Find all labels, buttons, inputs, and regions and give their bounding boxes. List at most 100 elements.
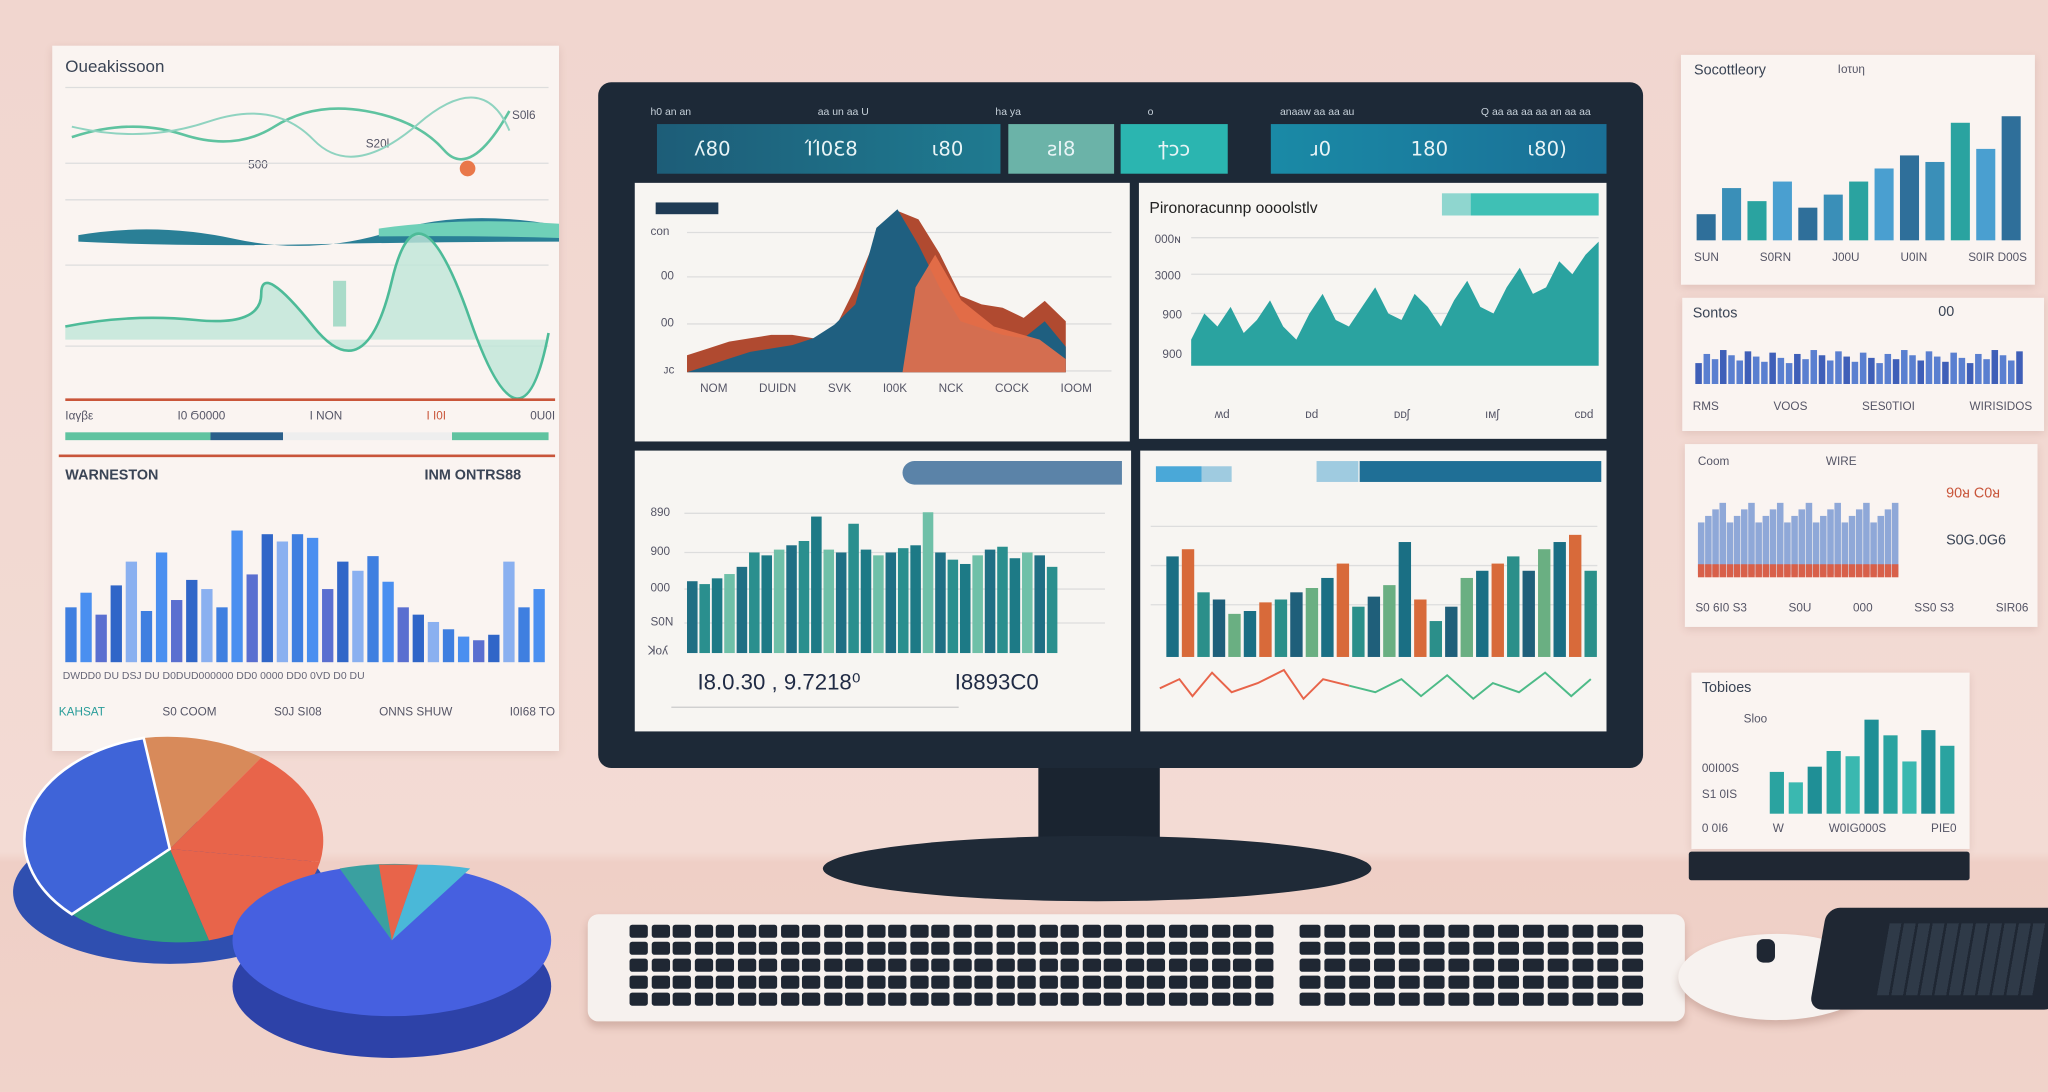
key[interactable] [952,975,972,989]
key[interactable] [1473,958,1495,972]
key[interactable] [715,975,735,989]
key[interactable] [801,975,821,989]
key[interactable] [1498,941,1519,955]
key[interactable] [1622,941,1644,955]
key[interactable] [1547,992,1569,1006]
key[interactable] [1211,941,1230,955]
key[interactable] [1622,992,1644,1006]
key[interactable] [1232,924,1252,938]
key[interactable] [845,941,864,955]
tablet[interactable] [1809,907,2048,1010]
key[interactable] [888,941,907,955]
key[interactable] [845,924,864,938]
key[interactable] [952,924,972,938]
key[interactable] [1017,924,1036,938]
key[interactable] [801,924,821,938]
key[interactable] [909,958,928,972]
key[interactable] [801,992,821,1006]
key[interactable] [931,924,950,938]
key[interactable] [1232,941,1252,955]
key[interactable] [1572,992,1594,1006]
key[interactable] [1082,941,1101,955]
key[interactable] [651,924,670,938]
key[interactable] [694,941,713,955]
key[interactable] [758,992,778,1006]
key[interactable] [1398,992,1420,1006]
key[interactable] [1146,924,1166,938]
key[interactable] [1622,975,1644,989]
key[interactable] [1082,975,1101,989]
key[interactable] [629,958,648,972]
key[interactable] [1017,958,1036,972]
key[interactable] [866,941,885,955]
key[interactable] [1448,992,1470,1006]
key[interactable] [715,941,735,955]
key[interactable] [1189,941,1209,955]
key[interactable] [1060,924,1079,938]
key[interactable] [1060,958,1079,972]
key[interactable] [1082,992,1101,1006]
key[interactable] [1189,924,1209,938]
key[interactable] [888,924,907,938]
key[interactable] [1168,958,1187,972]
key[interactable] [1572,941,1594,955]
key[interactable] [1473,975,1495,989]
key[interactable] [1448,958,1470,972]
key[interactable] [1398,958,1420,972]
key[interactable] [1254,941,1273,955]
key[interactable] [1232,992,1252,1006]
key[interactable] [995,992,1015,1006]
key[interactable] [1146,975,1166,989]
key[interactable] [974,941,993,955]
key[interactable] [1060,941,1079,955]
key[interactable] [1125,941,1144,955]
key[interactable] [1448,941,1470,955]
key[interactable] [1125,975,1144,989]
key[interactable] [1103,992,1122,1006]
key[interactable] [1374,958,1395,972]
key[interactable] [995,941,1015,955]
key[interactable] [1498,958,1519,972]
key[interactable] [737,992,756,1006]
key[interactable] [694,992,713,1006]
key[interactable] [1299,958,1321,972]
key[interactable] [909,924,928,938]
key[interactable] [1125,958,1144,972]
key[interactable] [952,992,972,1006]
key[interactable] [1374,992,1395,1006]
key[interactable] [931,958,950,972]
key[interactable] [823,924,842,938]
key[interactable] [1146,992,1166,1006]
key[interactable] [1522,958,1544,972]
key[interactable] [651,941,670,955]
key[interactable] [888,992,907,1006]
key[interactable] [1473,992,1495,1006]
key[interactable] [1039,992,1058,1006]
key[interactable] [1572,924,1594,938]
key[interactable] [1125,924,1144,938]
key[interactable] [694,924,713,938]
key[interactable] [1597,941,1619,955]
mouse-wheel[interactable] [1756,939,1775,963]
key[interactable] [909,992,928,1006]
key[interactable] [1423,992,1445,1006]
key[interactable] [1473,924,1495,938]
key[interactable] [888,958,907,972]
key[interactable] [1060,992,1079,1006]
key[interactable] [1189,958,1209,972]
key[interactable] [866,975,885,989]
key[interactable] [1522,992,1544,1006]
key[interactable] [1211,924,1230,938]
key[interactable] [1103,941,1122,955]
key[interactable] [1349,975,1371,989]
key[interactable] [758,975,778,989]
key[interactable] [995,975,1015,989]
key[interactable] [1498,975,1519,989]
key[interactable] [1211,958,1230,972]
key[interactable] [672,992,691,1006]
key[interactable] [1146,941,1166,955]
key[interactable] [1597,924,1619,938]
key[interactable] [758,958,778,972]
key[interactable] [1017,941,1036,955]
key[interactable] [1211,975,1230,989]
